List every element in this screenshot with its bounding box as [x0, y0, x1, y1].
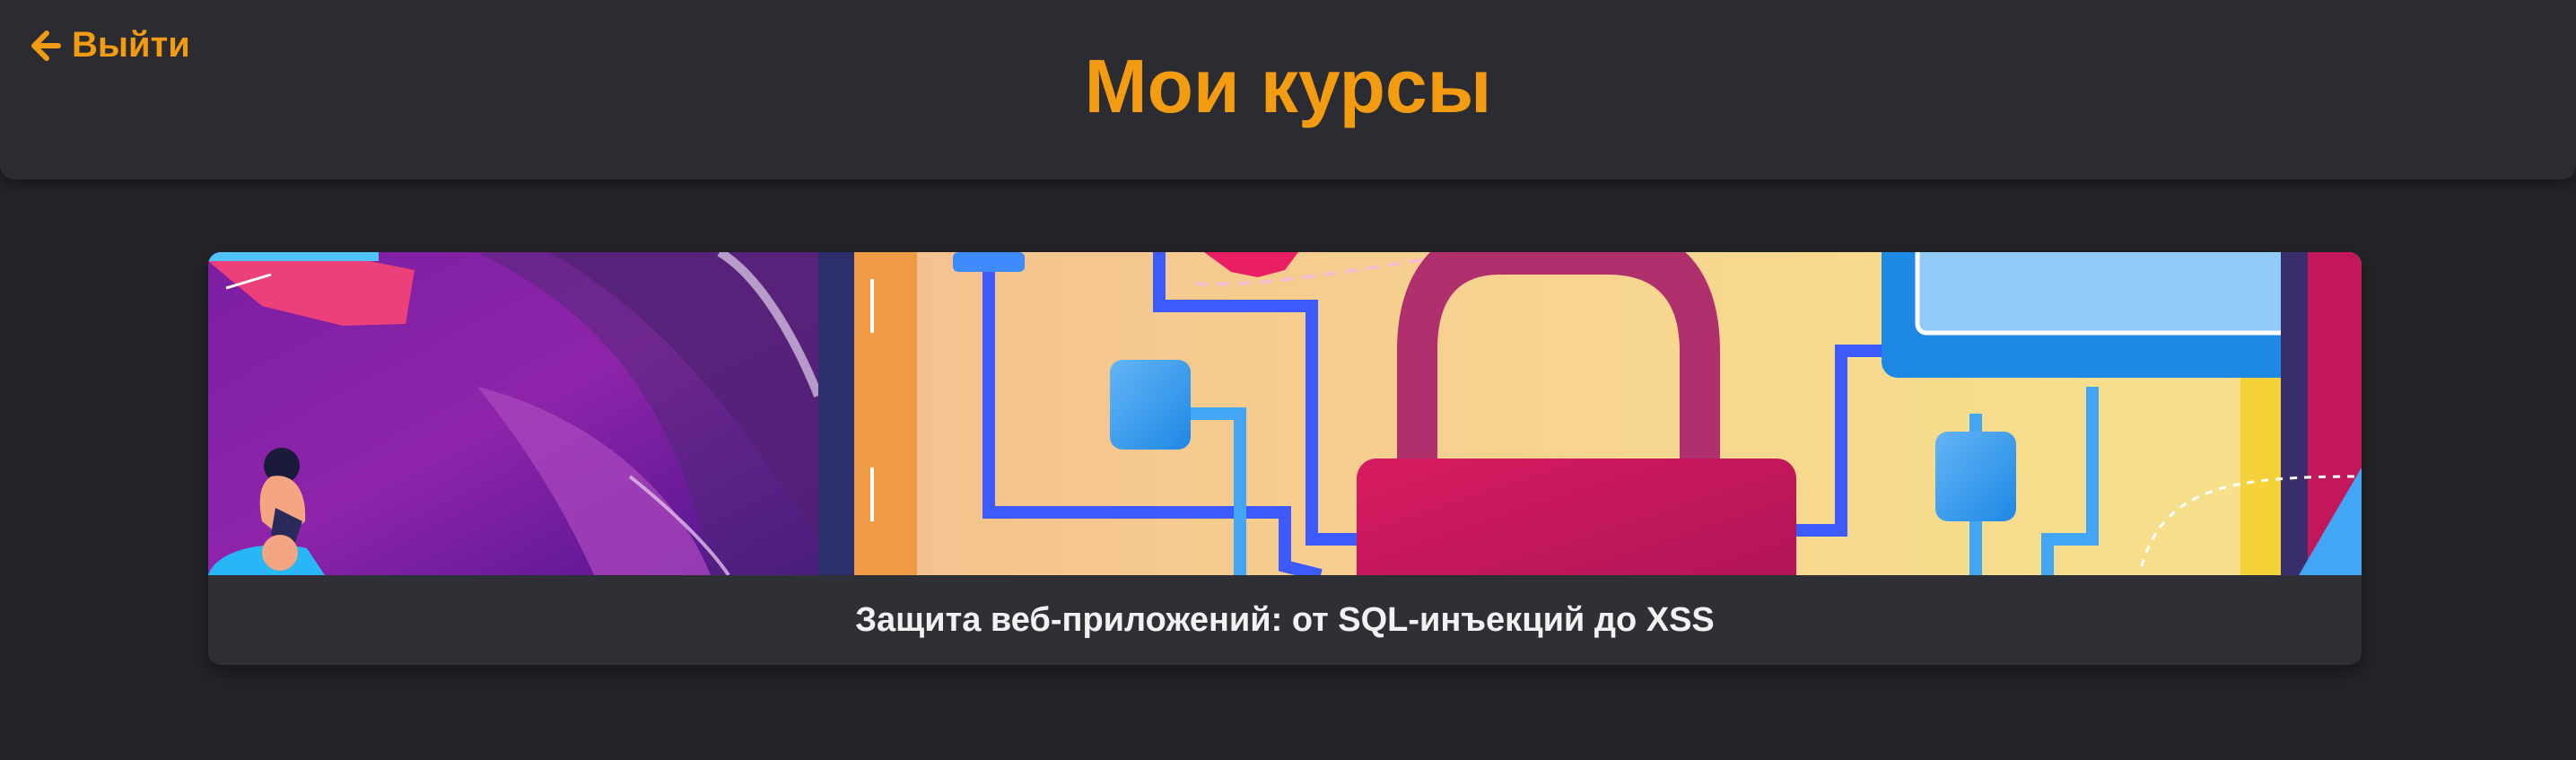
page-header: Выйти Мои курсы [0, 0, 2576, 179]
course-title: Защита веб-приложений: от SQL-инъекций д… [855, 600, 1715, 639]
page-title: Мои курсы [1084, 44, 1492, 128]
course-card[interactable]: Защита веб-приложений: от SQL-инъекций д… [208, 252, 2362, 665]
course-cover-image [208, 252, 2362, 575]
